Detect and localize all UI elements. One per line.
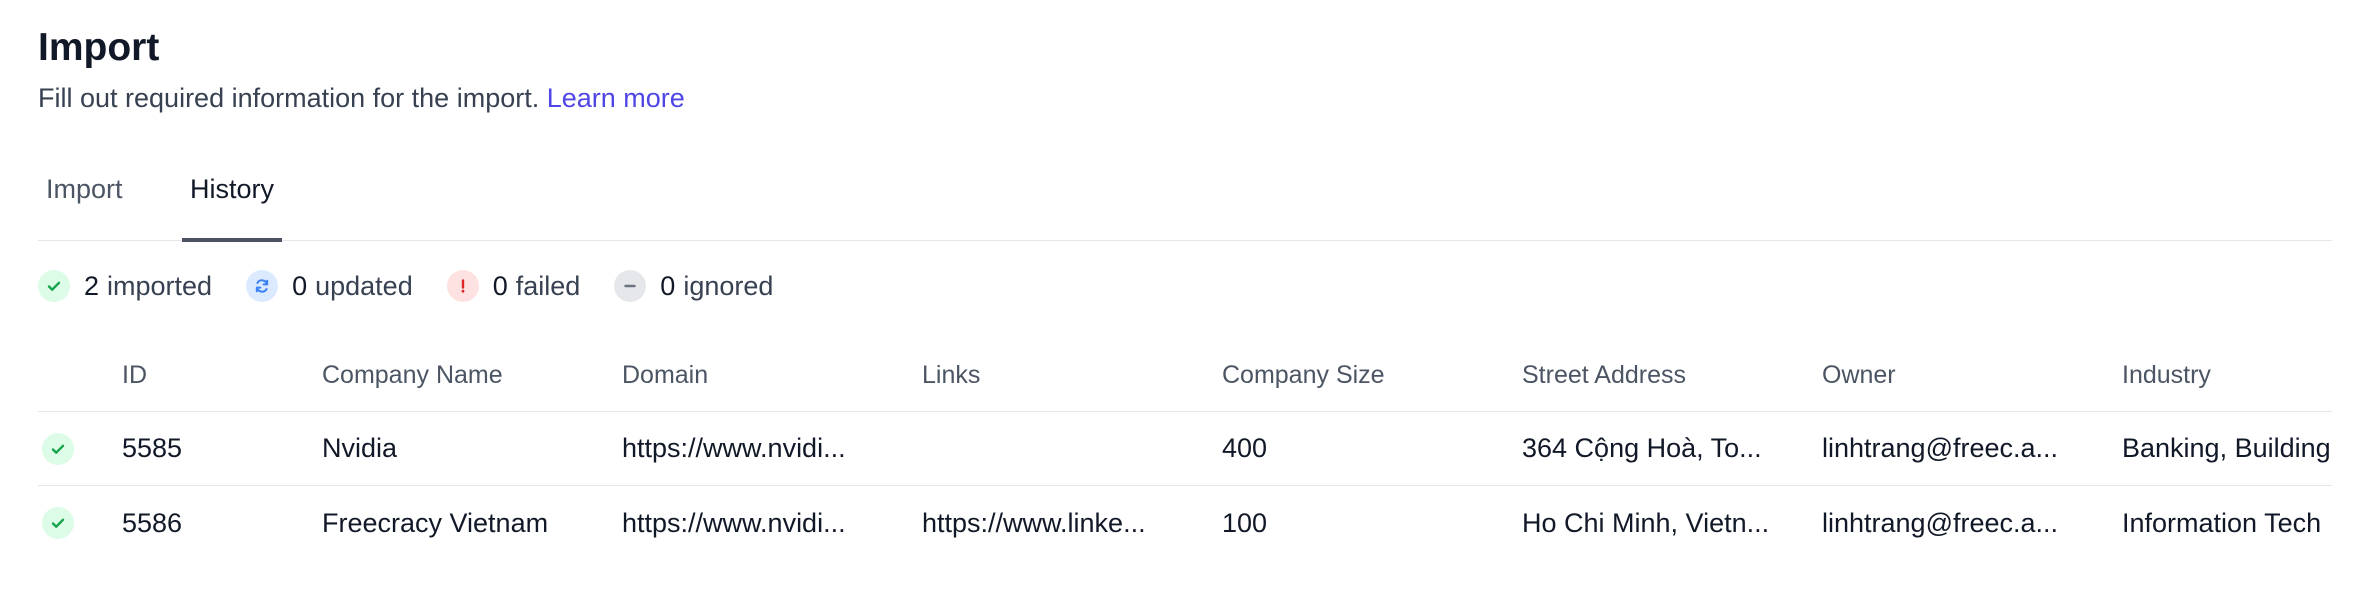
exclamation-icon xyxy=(446,270,479,302)
cell-company-size: 100 xyxy=(1222,507,1268,538)
stat-failed: 0 failed xyxy=(446,270,581,302)
cell-links[interactable] xyxy=(922,412,1202,485)
cell-links[interactable]: https://www.linke... xyxy=(922,486,1202,560)
tab-import[interactable]: Import xyxy=(38,160,131,241)
cell-company-name: Nvidia xyxy=(322,433,398,463)
stat-ignored-label: ignored xyxy=(683,270,774,301)
cell-id: 5585 xyxy=(122,433,183,463)
table-header: ID Company Name Domain Links Company Siz… xyxy=(38,340,2332,412)
header-company-size[interactable]: Company Size xyxy=(1222,340,1502,411)
stat-updated: 0 updated xyxy=(246,270,413,302)
stat-imported: 2 imported xyxy=(38,270,212,302)
check-icon xyxy=(38,270,70,302)
header-status xyxy=(42,340,102,411)
stat-updated-count: 0 xyxy=(292,270,308,301)
cell-owner: linhtrang@freec.a... xyxy=(1822,507,2059,538)
page-subtitle: Fill out required information for the im… xyxy=(38,80,685,116)
cell-owner: linhtrang@freec.a... xyxy=(1822,433,2059,463)
row-status xyxy=(42,486,102,560)
stat-ignored: 0 ignored xyxy=(614,270,773,302)
table-row[interactable]: 5585 Nvidia https://www.nvidi... 400 364… xyxy=(38,412,2332,486)
cell-domain[interactable]: https://www.nvidi... xyxy=(622,412,902,485)
header-street-address[interactable]: Street Address xyxy=(1522,340,1802,411)
cell-street-address: 364 Cộng Hoà, To... xyxy=(1522,433,1762,463)
learn-more-link[interactable]: Learn more xyxy=(547,83,685,113)
tab-bar: Import History xyxy=(38,160,2332,242)
header-domain[interactable]: Domain xyxy=(622,340,902,411)
header-company-name[interactable]: Company Name xyxy=(322,340,602,411)
cell-industry: Banking, Building xyxy=(2122,433,2331,463)
tab-history[interactable]: History xyxy=(182,160,283,242)
check-icon xyxy=(42,507,74,539)
header-id[interactable]: ID xyxy=(122,340,302,411)
minus-icon xyxy=(614,270,647,302)
stat-ignored-count: 0 xyxy=(660,270,676,301)
history-table: ID Company Name Domain Links Company Siz… xyxy=(38,340,2332,560)
cell-industry: Information Tech xyxy=(2122,507,2322,538)
header-industry[interactable]: Industry xyxy=(2122,340,2332,411)
header-links[interactable]: Links xyxy=(922,340,1202,411)
page-title: Import xyxy=(38,26,160,69)
stat-failed-count: 0 xyxy=(492,270,508,301)
table-row[interactable]: 5586 Freecracy Vietnam https://www.nvidi… xyxy=(38,486,2332,560)
stat-failed-label: failed xyxy=(515,270,581,301)
row-status xyxy=(42,412,102,485)
cell-id: 5586 xyxy=(122,507,183,538)
cell-company-size: 400 xyxy=(1222,433,1268,463)
stat-imported-count: 2 xyxy=(84,270,100,301)
stat-imported-label: imported xyxy=(107,270,213,301)
cell-street-address: Ho Chi Minh, Vietn... xyxy=(1522,507,1770,538)
import-summary: 2 imported 0 updated 0 failed 0 ignored xyxy=(38,268,807,304)
cell-domain[interactable]: https://www.nvidi... xyxy=(622,486,902,560)
subtitle-text: Fill out required information for the im… xyxy=(38,83,540,113)
cell-company-name: Freecracy Vietnam xyxy=(322,507,549,538)
check-icon xyxy=(42,432,74,465)
stat-updated-label: updated xyxy=(315,270,413,301)
refresh-icon xyxy=(246,270,279,302)
header-owner[interactable]: Owner xyxy=(1822,340,2102,411)
